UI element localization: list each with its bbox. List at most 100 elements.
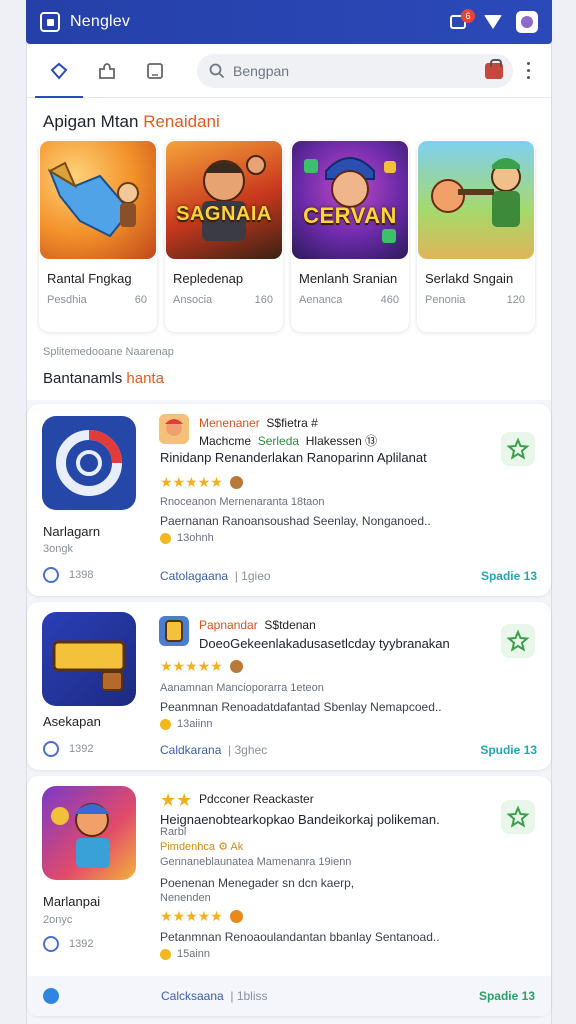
card-number: 160: [254, 294, 273, 306]
app-count: 1398: [69, 569, 94, 581]
card-category: Ansocia: [173, 294, 213, 306]
app-count: 1392: [69, 938, 94, 950]
featured-card[interactable]: SAGNAIA Repledenap Ansocia 160: [165, 140, 283, 332]
profile-avatar[interactable]: [516, 11, 538, 33]
app-description: Paernanan Ranoansoushad Seenlay, Nongano…: [160, 514, 431, 528]
status-title: Nenglev: [70, 13, 131, 30]
block-logo-icon: [52, 640, 126, 691]
hero-character-art: [202, 155, 266, 241]
bookmark-button[interactable]: [501, 800, 535, 834]
tab-home[interactable]: [35, 44, 83, 99]
app-description: Poenenan Menegader sn dcn kaerp,: [160, 876, 355, 890]
racer-character-art: [51, 803, 110, 868]
open-link[interactable]: Spadie 13: [479, 989, 535, 1003]
app-category: Calcksaana | 1bliss: [161, 989, 268, 1003]
app-name: Narlagarn: [43, 524, 101, 539]
app-icon: [40, 12, 60, 32]
open-link[interactable]: Spadie 13: [481, 569, 537, 583]
boy-character-art: [304, 157, 396, 243]
app-mini-meta: Pimdenhca ⚙ Ak: [160, 841, 244, 853]
app-icon: [42, 612, 136, 706]
search-input[interactable]: Bengpan: [233, 63, 477, 79]
circle-icon: [43, 741, 59, 757]
app-description-2: Nenenden: [160, 892, 211, 904]
notification-icon[interactable]: 6: [450, 9, 475, 32]
rating-stars: ★★★★★: [160, 908, 243, 925]
game-thumbnail: CERVAN: [292, 141, 408, 259]
tab-library[interactable]: [131, 44, 179, 98]
card-category: Penonia: [425, 294, 466, 306]
app-tagline: DoeoGekeenlakadusasetlcday tyybranakan: [199, 636, 450, 651]
star-outline-icon: [506, 805, 530, 828]
app-subtitle: 3ongk: [43, 543, 73, 555]
featured-card[interactable]: Serlakd Sngain Penonia 120: [417, 140, 535, 332]
app-count: 1392: [69, 743, 94, 755]
app-icon: [42, 416, 136, 510]
clock-icon: [160, 948, 171, 960]
developer-line-2: Machcme Serleda Hlakessen ⑬: [199, 434, 378, 448]
app-name: Asekapan: [43, 714, 101, 729]
notification-badge: 6: [461, 9, 475, 23]
bookmark-button[interactable]: [501, 624, 535, 658]
rating-stars: ★★★★★: [160, 474, 243, 491]
more-options-icon[interactable]: [527, 62, 530, 79]
card-title: Serlakd Sngain: [425, 271, 514, 286]
rocket-character-art: [47, 161, 139, 238]
featured-title: Apigan Mtan Renaidani: [43, 112, 220, 131]
app-tagline-2: Rarbl: [160, 826, 187, 838]
clock-icon: [160, 718, 171, 730]
developer-stars: ★★: [160, 790, 193, 810]
app-name: Marlanpai: [43, 894, 101, 909]
developer-line: Menenaner S$fietra #: [199, 416, 318, 430]
bookmark-button[interactable]: [501, 432, 535, 466]
open-link[interactable]: Spudie 13: [480, 743, 537, 757]
list-item[interactable]: Asekapan 1392 Papnandar S$tdenan DoeoGek…: [27, 602, 551, 770]
puzzle-icon: [99, 62, 115, 79]
developer-avatar: [159, 414, 189, 444]
app-category: Caldkarana | 3ghec: [160, 743, 268, 757]
diamond-icon: [50, 62, 68, 80]
shopping-bag-icon[interactable]: [485, 58, 503, 79]
thumbnail-logo-text: CERVAN: [303, 203, 397, 228]
search-bar[interactable]: Bengpan: [197, 53, 513, 88]
tab-games[interactable]: [83, 44, 131, 98]
search-icon: [209, 63, 225, 78]
app-time: 15ainn: [177, 948, 211, 960]
card-number: 460: [380, 294, 399, 306]
developer-line: Papnandar S$tdenan: [199, 618, 316, 632]
app-tagline: Heignaenobtearkopkao Bandeikorkaj polike…: [160, 812, 440, 827]
rating-stars: ★★★★★: [160, 658, 243, 675]
card-title: Repledenap: [173, 271, 244, 286]
star-outline-icon: [506, 437, 530, 460]
info-icon[interactable]: [43, 988, 59, 1004]
game-thumbnail: [40, 141, 156, 259]
card-category: Aenanca: [299, 294, 343, 306]
app-time: 13aiinn: [177, 718, 213, 730]
list-item[interactable]: Narlagarn 3ongk 1398 Menenaner S$fietra …: [27, 404, 551, 596]
tablet-icon: [147, 62, 163, 79]
list-item-footer: Calcksaana | 1bliss Spadie 13: [27, 976, 551, 1016]
clock-icon: [160, 532, 171, 544]
app-icon: [42, 786, 136, 880]
swirl-logo-icon: [56, 430, 122, 496]
clock-icon: [43, 936, 59, 952]
soldier-character-art: [431, 158, 521, 227]
app-tagline: Rinidanp Renanderlakan Ranoparinn Aplila…: [160, 450, 427, 465]
featured-card[interactable]: CERVAN Menlanh Sranian Aenanca 460: [291, 140, 409, 332]
card-category: Pesdhia: [47, 294, 87, 306]
app-subtitle: 2onyc: [43, 914, 73, 926]
game-thumbnail: SAGNAIA: [166, 141, 282, 259]
top-nav: Bengpan: [27, 44, 551, 99]
app-meta: Gennaneblaunatea Mamenanra 19ienn: [160, 856, 352, 868]
thumbnail-logo-text: SAGNAIA: [176, 203, 272, 225]
star-outline-icon: [506, 629, 530, 652]
card-title: Rantal Fngkag: [47, 271, 132, 286]
circle-icon: [43, 567, 59, 583]
featured-card[interactable]: Rantal Fngkag Pesdhia 60: [39, 140, 157, 332]
featured-section: Apigan Mtan Renaidani Rantal Fngkag Pesd…: [27, 98, 551, 400]
app-description-3: Petanmnan Renoaoulandantan bbanlay Senta…: [160, 930, 440, 944]
app-meta: Aanamnan Mancioporarra 1eteon: [160, 682, 324, 694]
app-meta: Rnoceanon Mernenaranta 18taon: [160, 496, 325, 508]
developer-line: Pdcconer Reackaster: [199, 792, 314, 806]
card-title: Menlanh Sranian: [299, 271, 398, 286]
